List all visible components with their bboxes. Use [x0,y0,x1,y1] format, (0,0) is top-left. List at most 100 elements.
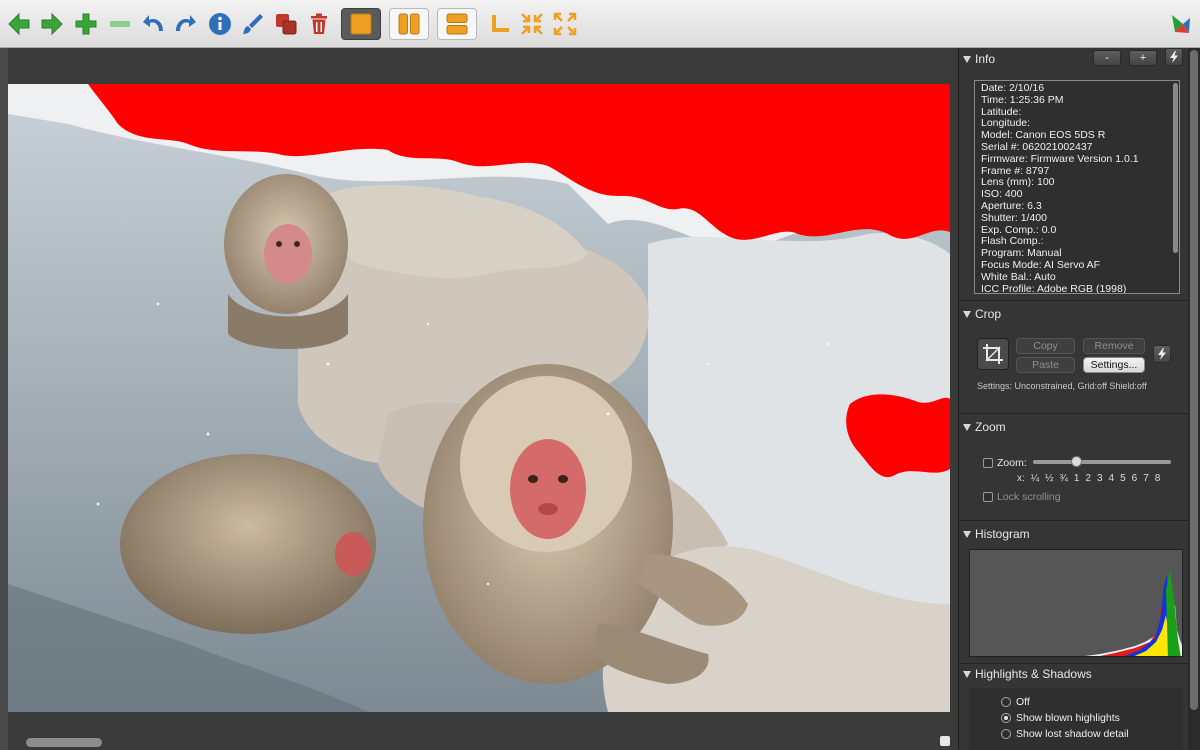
photo-viewer[interactable] [8,84,950,712]
divider [959,520,1189,521]
disclosure-triangle-icon [963,423,971,431]
info-title: Info [975,52,996,66]
info-line: Shutter: 1/400 [981,211,1047,224]
split-horizontal-icon[interactable] [437,8,477,40]
divider [959,663,1189,664]
copy-layers-icon[interactable] [271,8,301,40]
resize-grip[interactable] [940,736,950,746]
zoom-checkbox[interactable] [983,458,993,468]
crop-settings-text: Settings: Unconstrained, Grid:off Shield… [977,381,1147,391]
disclosure-triangle-icon [963,530,971,538]
lock-scrolling-checkbox[interactable] [983,492,993,502]
zoom-tick-label[interactable]: 8 [1155,473,1161,484]
corner-icon[interactable] [485,8,515,40]
minus-icon[interactable] [105,8,135,40]
radio-label: Off [1016,696,1030,708]
crop-tool-button[interactable] [977,338,1009,370]
radio-button[interactable] [1001,697,1011,707]
crop-remove-button[interactable]: Remove [1083,338,1145,354]
disclosure-triangle-icon [963,310,971,318]
zoom-tick-label[interactable]: 2 [1085,473,1091,484]
highlights-section-header[interactable]: Highlights & Shadows [963,665,1092,683]
expand-icon[interactable] [550,8,580,40]
zoom-tick-label[interactable]: 7 [1143,473,1149,484]
zoom-title: Zoom [975,420,1006,434]
info-line: Aperture: 6.3 [981,199,1042,212]
info-plus-button[interactable]: + [1129,50,1157,66]
divider [959,413,1189,414]
radio-button[interactable] [1001,713,1011,723]
radio-show-lost-shadow-detail[interactable]: Show lost shadow detail [1001,728,1129,740]
crop-copy-button[interactable]: Copy [1016,338,1075,354]
info-section-header[interactable]: Info [963,50,995,68]
lightning-icon [1170,51,1178,63]
crop-icon [983,344,1003,364]
radio-show-blown-highlights[interactable]: Show blown highlights [1001,712,1120,724]
rotate-right-icon[interactable] [170,8,200,40]
info-line: Focus Mode: AI Servo AF [981,258,1101,271]
disclosure-triangle-icon [963,55,971,63]
radio-button[interactable] [1001,729,1011,739]
histogram-graph [969,549,1183,657]
info-scrollbar[interactable] [1173,83,1178,253]
zoom-tick-label[interactable]: 3 [1097,473,1103,484]
highlights-title: Highlights & Shadows [975,667,1092,681]
zoom-checkbox-row[interactable]: Zoom: [983,457,1027,469]
crop-lightning-button[interactable] [1153,345,1171,363]
zoom-tick-label[interactable]: ½ [1045,473,1053,484]
zoom-tick-label[interactable]: ¼ [1031,473,1039,484]
info-metadata-list: Date: 2/10/16 Time: 1:25:36 PM Latitude: Lo… [975,81,1179,294]
zoom-tick-label[interactable]: 1 [1074,473,1080,484]
zoom-label: Zoom: [997,457,1027,469]
brush-icon[interactable] [238,8,268,40]
lightning-icon [1158,348,1166,360]
forward-arrow-icon[interactable] [37,8,67,40]
radio-off[interactable]: Off [1001,696,1030,708]
panel-scrollbar[interactable] [1188,48,1200,750]
inspector-panel: Info - + Date: 2/10/16 Time: 1:25:36 PM La… [958,48,1200,750]
trash-icon[interactable] [304,8,334,40]
info-line: White Bal.: Auto [981,270,1056,283]
info-lightning-button[interactable] [1165,48,1183,66]
split-vertical-icon[interactable] [389,8,429,40]
back-arrow-icon[interactable] [4,8,34,40]
rotate-left-icon[interactable] [139,8,169,40]
zoom-section-header[interactable]: Zoom [963,418,1006,436]
single-view-icon[interactable] [341,8,381,40]
plus-icon[interactable] [71,8,101,40]
histogram-title: Histogram [975,527,1030,541]
lock-scrolling-label: Lock scrolling [997,491,1061,503]
shrink-icon[interactable] [517,8,547,40]
zoom-tick-label[interactable]: 4 [1109,473,1115,484]
info-minus-button[interactable]: - [1093,50,1121,66]
info-icon[interactable] [205,8,235,40]
app-logo-icon [1166,8,1196,40]
histogram-section-header[interactable]: Histogram [963,525,1030,543]
lock-scrolling-row[interactable]: Lock scrolling [983,491,1061,503]
radio-label: Show blown highlights [1016,712,1120,724]
info-line: Serial #: 062021002437 [981,140,1093,153]
zoom-tick-label[interactable]: 5 [1120,473,1126,484]
zoom-slider-knob[interactable] [1071,456,1082,467]
left-edge-strip [0,48,8,750]
crop-title: Crop [975,307,1002,321]
info-metadata-box[interactable]: Date: 2/10/16 Time: 1:25:36 PM Latitude: Lo… [974,80,1180,294]
info-line: Firmware: Firmware Version 1.0.1 [981,152,1139,165]
crop-section-header[interactable]: Crop [963,305,1001,323]
zoom-x-label: x: [1017,473,1025,484]
zoom-tick-labels: x: ¼ ½ ¾ 1 2 3 4 5 6 7 8 [1017,473,1160,484]
snow-monkeys-photo [8,84,950,712]
crop-paste-button[interactable]: Paste [1016,357,1075,373]
disclosure-triangle-icon [963,670,971,678]
zoom-tick-label[interactable]: 6 [1132,473,1138,484]
crop-settings-button[interactable]: Settings... [1083,357,1145,373]
panel-scrollbar-thumb[interactable] [1190,50,1198,710]
zoom-slider[interactable] [1033,456,1171,467]
image-pane [0,48,958,750]
info-line: ICC Profile: Adobe RGB (1998) [981,282,1127,294]
zoom-tick-label[interactable]: ¾ [1059,473,1067,484]
divider [959,300,1189,301]
toolbar [0,0,1200,48]
info-line: Time: 1:25:36 PM [981,93,1064,106]
horizontal-scrollbar[interactable] [26,738,102,747]
